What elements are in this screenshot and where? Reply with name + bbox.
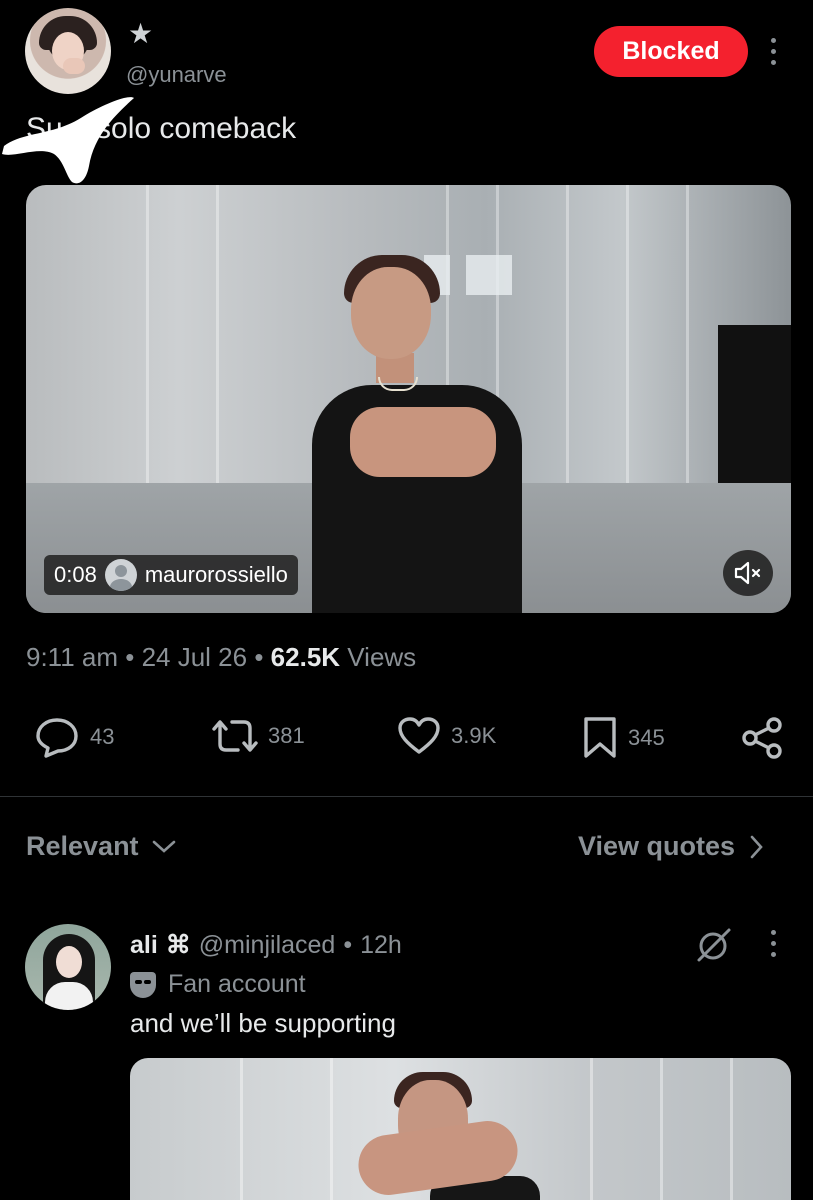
blocked-button[interactable]: Blocked [594,26,748,77]
reply-count: 43 [90,724,115,749]
like-count: 3.9K [451,723,497,748]
video-player[interactable] [26,185,791,613]
reply-more-options-icon[interactable] [768,930,778,957]
reply-icon [36,718,78,758]
reply-header: ali ⌘ @minjilaced • 12h [130,930,402,960]
reply-media[interactable] [130,1058,791,1200]
fan-account-text: Fan account [168,970,306,998]
chevron-down-icon [152,840,175,853]
post-date: 24 Jul 26 [141,642,248,672]
view-quotes-label: View quotes [578,831,736,861]
chevron-right-icon [750,835,763,858]
reply-author-handle[interactable]: @minjilaced [199,931,336,960]
view-quotes-link[interactable]: View quotes [578,831,765,862]
post-meta: 9:11 am • 24 Jul 26 • 62.5K Views [26,642,417,672]
reply-text: and we’ll be supporting [130,1008,396,1038]
bookmark-button[interactable]: 345 [582,716,665,760]
repost-count: 381 [268,723,305,748]
like-button[interactable]: 3.9K [397,716,496,756]
grok-icon[interactable] [694,925,734,970]
bookmark-icon [584,717,616,758]
post-time: 9:11 am [26,642,119,672]
separator-dot: • [343,930,353,959]
fan-account-label: Fan account [130,970,306,999]
mask-icon [130,971,156,998]
divider [0,796,813,797]
reply-avatar[interactable] [25,924,111,1010]
repost-button[interactable]: 381 [212,716,305,756]
volume-mute-icon[interactable] [723,550,773,596]
redaction-scribble [2,97,134,184]
user-icon [104,559,137,591]
reply-button[interactable]: 43 [34,716,114,758]
views-label: Views [347,642,417,672]
views-count: 62.5K [270,642,341,672]
more-options-icon[interactable] [768,38,778,65]
sort-label: Relevant [26,831,139,861]
sort-dropdown[interactable]: Relevant [26,831,177,862]
share-button[interactable] [740,716,786,760]
bookmark-count: 345 [628,725,665,750]
share-icon [742,717,782,759]
video-info-chip: 0:08 maurorossiello [44,555,298,595]
star-icon: ★ [128,18,154,49]
repost-icon [212,720,258,752]
video-timestamp: 0:08 [54,562,97,587]
video-credit[interactable]: maurorossiello [145,562,288,588]
command-symbol-icon: ⌘ [165,931,191,959]
reply-author-name[interactable]: ali [130,931,158,960]
heart-icon [398,717,440,754]
reply-time: 12h [360,930,402,959]
